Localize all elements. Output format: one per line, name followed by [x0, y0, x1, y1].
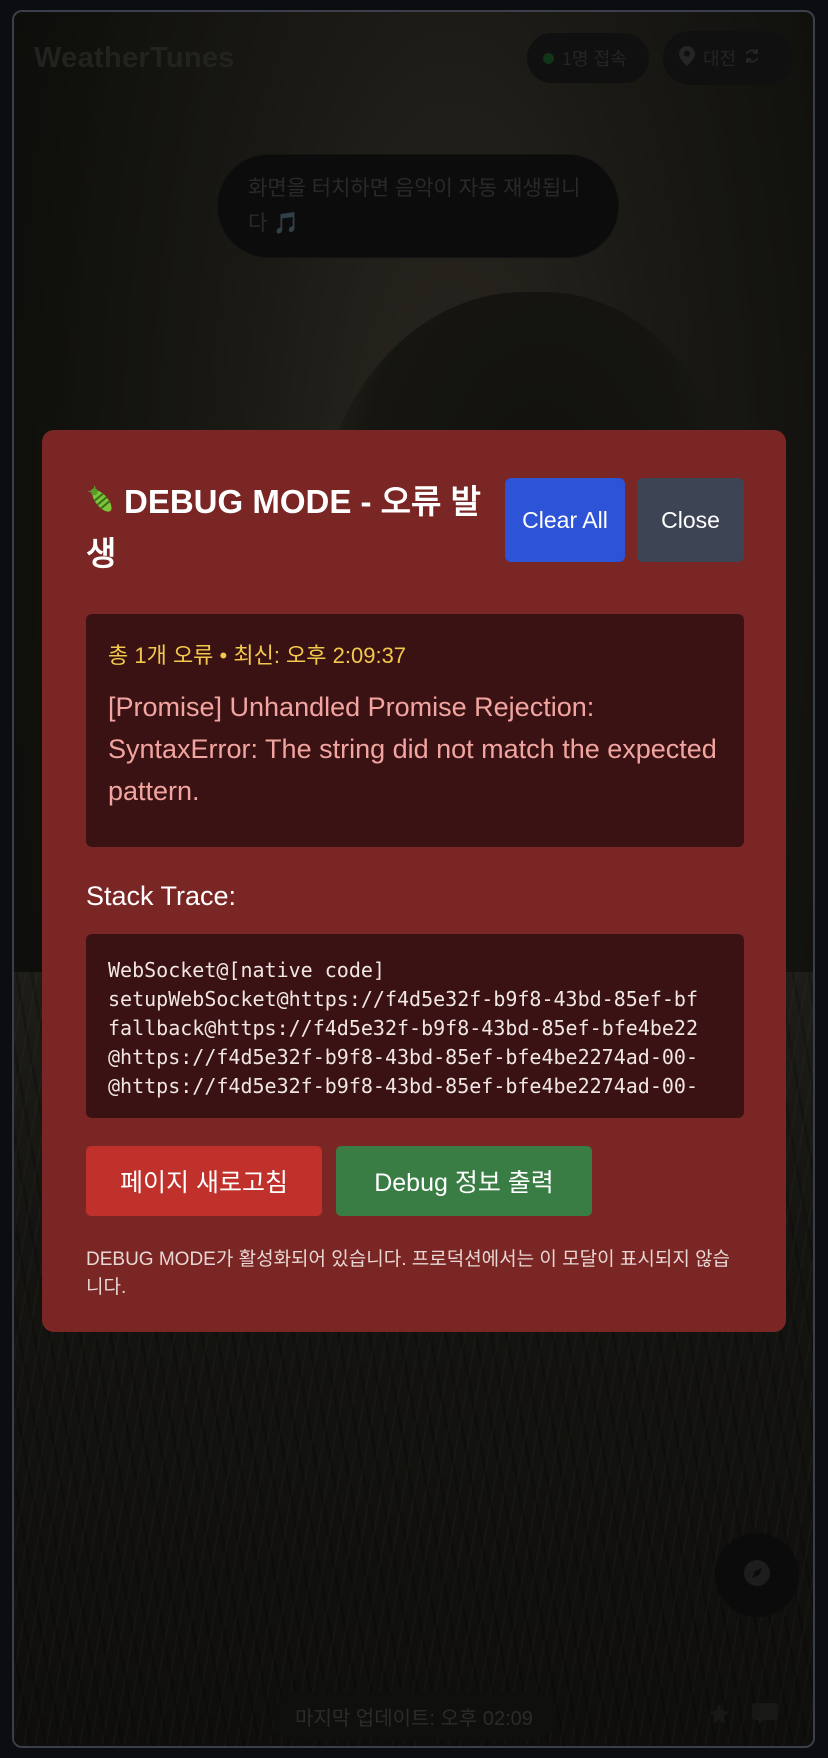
error-meta: 총 1개 오류 • 최신: 오후 2:09:37	[108, 643, 407, 668]
stack-trace-label: Stack Trace:	[86, 881, 237, 911]
clear-all-button[interactable]: Clear All	[505, 478, 625, 562]
debug-mode-note: DEBUG MODE가 활성화되어 있습니다. 프로덕션에서는 이 모달이 표시…	[86, 1249, 731, 1298]
error-message: [Promise] Unhandled Promise Rejection: S…	[108, 692, 717, 806]
reload-page-button[interactable]: 페이지 새로고침	[86, 1146, 322, 1216]
close-button[interactable]: Close	[637, 478, 744, 562]
print-debug-info-button[interactable]: Debug 정보 출력	[336, 1146, 592, 1216]
modal-title: DEBUG MODE - 오류 발생	[86, 478, 486, 578]
bug-icon	[86, 482, 118, 530]
stack-line: setupWebSocket@https://f4d5e32f-b9f8-43b…	[108, 987, 699, 1011]
debug-modal: DEBUG MODE - 오류 발생 Clear All Close 총 1개 …	[42, 430, 786, 1332]
stack-line: @https://f4d5e32f-b9f8-43bd-85ef-bfe4be2…	[108, 1045, 699, 1069]
error-summary-box: 총 1개 오류 • 최신: 오후 2:09:37 [Promise] Unhan…	[86, 614, 744, 847]
modal-title-text: DEBUG MODE - 오류 발생	[86, 483, 481, 572]
stack-line: fallback@https://f4d5e32f-b9f8-43bd-85ef…	[108, 1016, 699, 1040]
stack-line: @https://f4d5e32f-b9f8-43bd-85ef-bfe4be2…	[108, 1074, 699, 1098]
stack-trace-box[interactable]: WebSocket@[native code] setupWebSocket@h…	[86, 934, 744, 1118]
stack-line: WebSocket@[native code]	[108, 958, 385, 982]
